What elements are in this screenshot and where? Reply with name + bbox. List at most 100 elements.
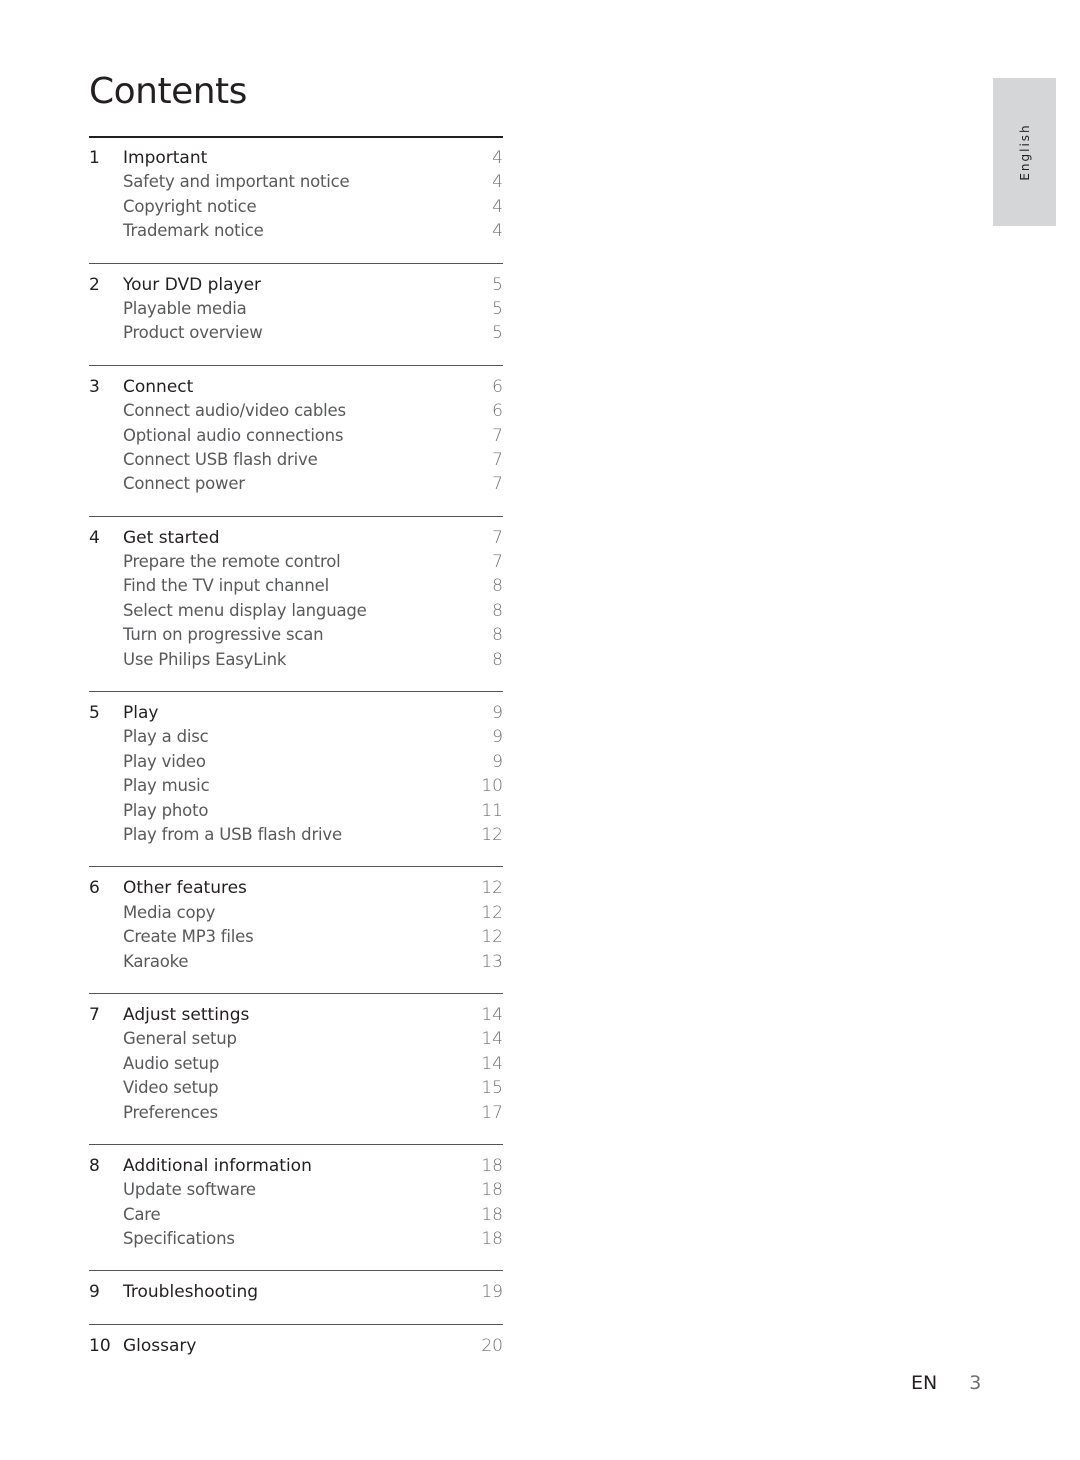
toc-subsection-entry[interactable]: Find the TV input channel 8 — [89, 574, 503, 598]
subsection-title: Connect audio/video cables — [123, 401, 346, 421]
subsection-page-number: 8 — [492, 649, 503, 670]
toc-subsection-entry[interactable]: Create MP3 files 12 — [89, 925, 503, 949]
toc-chapter-entry[interactable]: 9 Troubleshooting 19 — [89, 1280, 503, 1304]
toc-subsection-entry[interactable]: Preferences 17 — [89, 1101, 503, 1125]
toc-subsection-entry[interactable]: Optional audio connections 7 — [89, 424, 503, 448]
chapter-page-number: 4 — [492, 148, 503, 168]
subsection-title: Play from a USB flash drive — [123, 824, 342, 844]
toc-chapter-entry[interactable]: 2 Your DVD player 5 — [89, 273, 503, 297]
subsection-title: Preferences — [123, 1102, 218, 1122]
toc-subsection-entry[interactable]: General setup 14 — [89, 1027, 503, 1051]
subsection-page-number: 12 — [481, 927, 503, 948]
toc-subsection-entry[interactable]: Karaoke 13 — [89, 950, 503, 974]
chapter-number: 7 — [89, 1004, 100, 1025]
subsection-title: Audio setup — [123, 1053, 220, 1073]
subsection-title: Find the TV input channel — [123, 576, 329, 596]
toc-chapter-entry[interactable]: 5 Play 9 — [89, 701, 503, 725]
subsection-page-number: 7 — [492, 552, 503, 573]
toc-chapter-entry[interactable]: 8 Additional information 18 — [89, 1154, 503, 1178]
subsection-title: Create MP3 files — [123, 927, 254, 947]
subsection-title: Play video — [123, 751, 206, 771]
chapter-title: Additional information — [123, 1155, 312, 1176]
subsection-title: Trademark notice — [123, 221, 264, 241]
chapter-page-number: 9 — [492, 703, 503, 724]
chapter-page-number: 7 — [492, 527, 503, 548]
toc-subsection-entry[interactable]: Care 18 — [89, 1203, 503, 1227]
subsection-title: Care — [123, 1204, 161, 1224]
subsection-page-number: 10 — [481, 776, 503, 797]
toc-subsection-entry[interactable]: Play photo 11 — [89, 799, 503, 823]
subsection-title: Update software — [123, 1180, 256, 1200]
chapter-page-number: 18 — [481, 1155, 503, 1176]
chapter-title: Important — [123, 148, 208, 168]
toc-subsection-entry[interactable]: Update software 18 — [89, 1178, 503, 1202]
language-tab-label: English — [1017, 123, 1032, 181]
toc-section: 8 Additional information 18 Update software… — [89, 1143, 503, 1252]
toc-subsection-entry[interactable]: Specifications 18 — [89, 1227, 503, 1251]
chapter-number: 4 — [89, 527, 100, 548]
footer-page-number: 3 — [969, 1372, 982, 1394]
toc-chapter-entry[interactable]: 1 Important 4 — [89, 146, 503, 170]
subsection-title: General setup — [123, 1029, 237, 1049]
toc-subsection-entry[interactable]: Connect audio/video cables 6 — [89, 399, 503, 423]
toc-subsection-entry[interactable]: Prepare the remote control 7 — [89, 550, 503, 574]
subsection-page-number: 7 — [492, 449, 503, 470]
toc-chapter-entry[interactable]: 3 Connect 6 — [89, 375, 503, 399]
subsection-page-number: 12 — [481, 824, 503, 845]
chapter-title: Troubleshooting — [123, 1282, 259, 1303]
toc-subsection-entry[interactable]: Connect USB flash drive 7 — [89, 448, 503, 472]
toc-subsection-entry[interactable]: Use Philips EasyLink 8 — [89, 648, 503, 672]
subsection-title: Connect USB flash drive — [123, 449, 318, 469]
toc-subsection-entry[interactable]: Product overview 5 — [89, 321, 503, 345]
toc-subsection-entry[interactable]: Media copy 12 — [89, 901, 503, 925]
toc-subsection-entry[interactable]: Play music 10 — [89, 774, 503, 798]
toc-chapter-entry[interactable]: 7 Adjust settings 14 — [89, 1003, 503, 1027]
toc-subsection-entry[interactable]: Playable media 5 — [89, 297, 503, 321]
toc-subsection-entry[interactable]: Play a disc 9 — [89, 725, 503, 749]
chapter-number: 8 — [89, 1155, 100, 1176]
chapter-number: 9 — [89, 1282, 100, 1303]
toc-subsection-entry[interactable]: Play video 9 — [89, 750, 503, 774]
subsection-page-number: 13 — [481, 951, 503, 972]
chapter-title: Get started — [123, 527, 220, 548]
toc-subsection-entry[interactable]: Trademark notice 4 — [89, 219, 503, 243]
subsection-page-number: 18 — [481, 1229, 503, 1250]
chapter-page-number: 20 — [481, 1335, 503, 1356]
chapter-page-number: 12 — [481, 878, 503, 899]
toc-subsection-entry[interactable]: Safety and important notice 4 — [89, 170, 503, 194]
subsection-page-number: 4 — [492, 196, 503, 217]
toc-subsection-entry[interactable]: Copyright notice 4 — [89, 195, 503, 219]
toc-chapter-entry[interactable]: 6 Other features 12 — [89, 876, 503, 900]
toc-subsection-entry[interactable]: Video setup 15 — [89, 1076, 503, 1100]
subsection-title: Playable media — [123, 298, 247, 318]
toc-subsection-entry[interactable]: Select menu display language 8 — [89, 599, 503, 623]
language-tab: English — [993, 78, 1056, 226]
toc-subsection-entry[interactable]: Play from a USB flash drive 12 — [89, 823, 503, 847]
subsection-title: Video setup — [123, 1078, 219, 1098]
subsection-page-number: 9 — [492, 727, 503, 748]
toc-subsection-entry[interactable]: Audio setup 14 — [89, 1052, 503, 1076]
subsection-title: Play music — [123, 776, 210, 796]
toc-chapter-entry[interactable]: 4 Get started 7 — [89, 526, 503, 550]
subsection-page-number: 7 — [492, 474, 503, 495]
subsection-title: Connect power — [123, 474, 245, 494]
chapter-title: Glossary — [123, 1335, 197, 1356]
footer-language-code: EN — [911, 1372, 938, 1394]
toc-subsection-entry[interactable]: Connect power 7 — [89, 472, 503, 496]
toc-chapter-entry[interactable]: 10 Glossary 20 — [89, 1334, 503, 1358]
toc-subsection-entry[interactable]: Turn on progressive scan 8 — [89, 623, 503, 647]
